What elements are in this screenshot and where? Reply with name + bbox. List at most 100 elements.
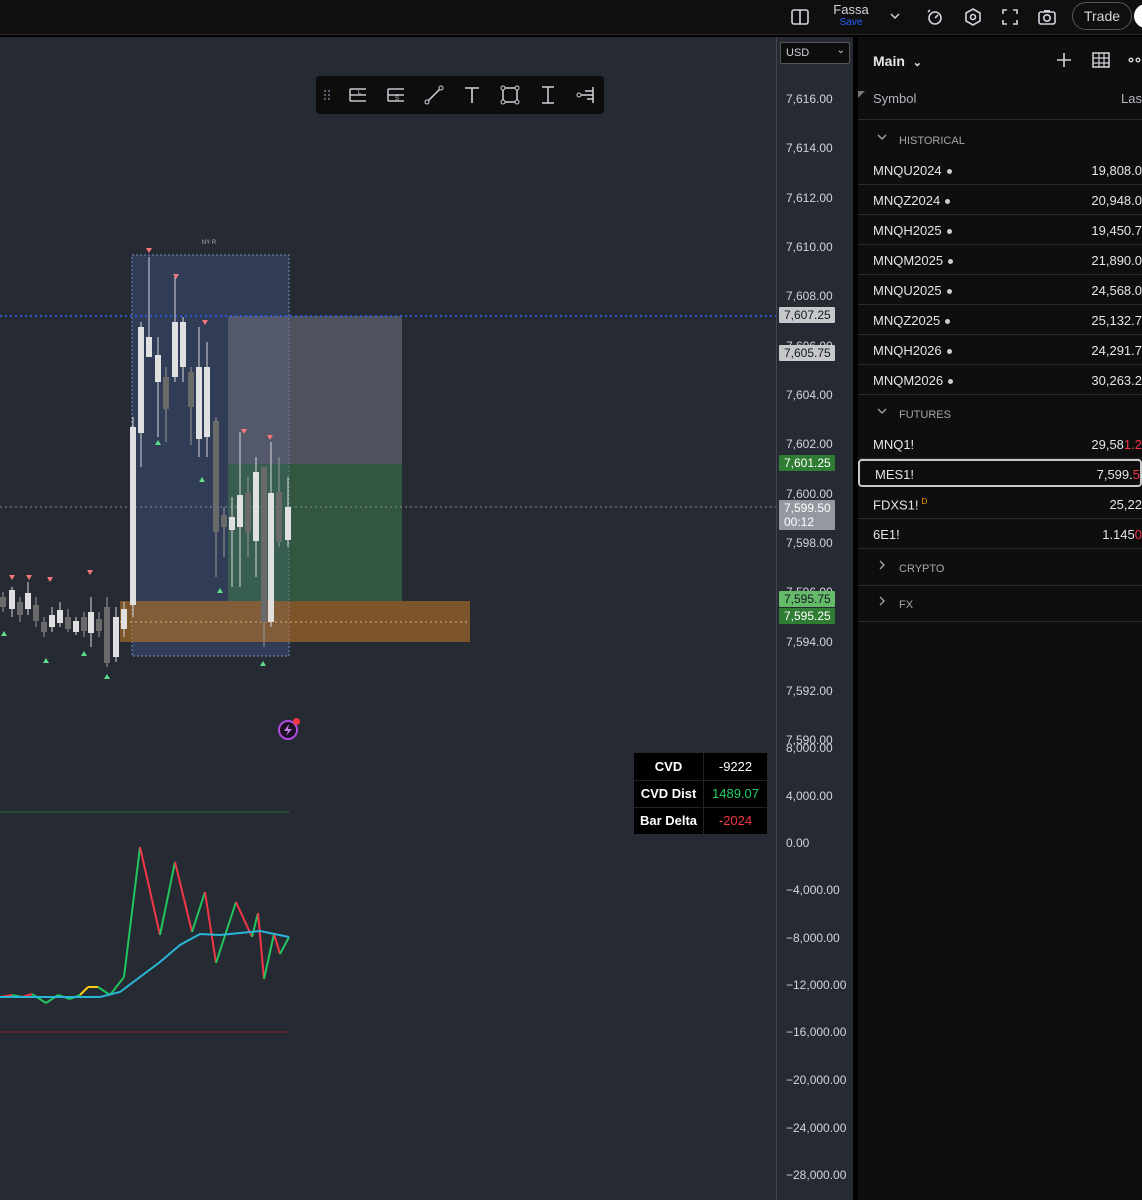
chevron-right-icon[interactable]: [877, 560, 887, 573]
candle-body: [188, 372, 194, 407]
fullscreen-icon[interactable]: [997, 4, 1023, 30]
chevron-down-icon[interactable]: [877, 132, 887, 145]
chevron-down-icon: ⌄: [912, 57, 922, 69]
indicator-label: 4,000.00: [786, 789, 833, 803]
watchlist-panel: Main ⌄ Symbol Las HISTORICAL MNQU2024 19,8…: [858, 37, 1142, 1200]
column-symbol[interactable]: Symbol: [873, 91, 916, 106]
cvd-segment: [159, 861, 176, 936]
cvd-segment: [257, 912, 265, 980]
candle-body: [204, 367, 210, 437]
trade-button[interactable]: Trade: [1072, 2, 1132, 30]
row-symbol: MNQU2024: [873, 163, 952, 178]
cvd-average-line: [0, 929, 290, 998]
watchlist-row[interactable]: MNQU2025 24,568.0: [858, 275, 1142, 305]
candle-body: [17, 602, 23, 615]
candle-body: [172, 322, 178, 377]
trendline-icon[interactable]: [423, 84, 445, 106]
row-symbol: MES1!: [875, 467, 915, 482]
measure-icon[interactable]: [537, 84, 559, 106]
price-tag-7607: 7,607.25: [779, 307, 835, 323]
indicator-label: −28,000.00: [786, 1168, 847, 1182]
alert-icon[interactable]: [922, 4, 948, 30]
short-position-icon[interactable]: S: [385, 84, 407, 106]
panels-icon[interactable]: [788, 5, 812, 29]
watchlist-row[interactable]: MNQM2026 30,263.2: [858, 365, 1142, 395]
bar-delta-key: Bar Delta: [639, 813, 698, 828]
sort-icon[interactable]: [858, 91, 865, 98]
indicator-label: −16,000.00: [786, 1025, 847, 1039]
candle-body: [163, 377, 169, 409]
section-crypto[interactable]: CRYPTO: [858, 553, 1142, 583]
price-label: 7,602.00: [786, 437, 833, 451]
watchlist-row[interactable]: MNQM2025 21,890.0: [858, 245, 1142, 275]
price-tag-7595-25: 7,595.25: [779, 608, 835, 624]
candle-body: [261, 467, 267, 622]
section-futures[interactable]: FUTURES: [858, 399, 1142, 429]
chevron-down-icon[interactable]: [877, 406, 887, 419]
cvd-segment: [174, 861, 193, 933]
bar-delta-value: -2024: [718, 813, 753, 828]
volume-profile-icon[interactable]: [575, 84, 597, 106]
cvd-segment: [251, 912, 259, 938]
advanced-view-icon[interactable]: [1091, 50, 1111, 70]
candle-body: [113, 617, 119, 657]
row-last: 24,291.7: [1091, 343, 1142, 358]
svg-text:S: S: [395, 96, 399, 102]
more-icon[interactable]: [1126, 50, 1142, 70]
row-symbol: MNQM2025: [873, 253, 954, 268]
currency-select[interactable]: USD ⌄: [780, 42, 850, 64]
camera-icon[interactable]: [1034, 4, 1060, 30]
watchlist-row[interactable]: 6E1! 1.1450: [858, 519, 1142, 549]
section-fx[interactable]: FX: [858, 589, 1142, 619]
status-dot: [946, 169, 952, 175]
price-tag-7605: 7,605.75: [779, 345, 835, 361]
cvd-key: CVD: [654, 759, 683, 774]
candle-body: [73, 621, 79, 632]
watchlist-row[interactable]: MES1! 7,599.5: [858, 459, 1142, 487]
bar-delta-row: Bar Delta -2024: [634, 807, 767, 834]
watchlist-row[interactable]: FDXS1! D 25,22: [858, 489, 1142, 519]
candle-body: [57, 610, 63, 623]
candle-body: [130, 427, 136, 605]
candle-body: [104, 607, 110, 663]
section-historical[interactable]: HISTORICAL: [858, 125, 1142, 155]
status-dot: [946, 229, 952, 235]
save-status[interactable]: Save: [828, 16, 874, 28]
text-icon[interactable]: [461, 84, 483, 106]
chevron-down-icon[interactable]: [886, 7, 904, 25]
position-target-zone[interactable]: [228, 316, 402, 464]
watchlist-row[interactable]: MNQZ2025 25,132.7: [858, 305, 1142, 335]
row-symbol: MNQZ2024: [873, 193, 951, 208]
rectangle-icon[interactable]: [499, 84, 521, 106]
layout-name[interactable]: Fassa: [828, 2, 874, 17]
price-axis[interactable]: USD ⌄ 7,616.00 7,614.00 7,612.00 7,610.00 7,…: [776, 37, 854, 1200]
price-label: 7,612.00: [786, 191, 833, 205]
watchlist-row[interactable]: MNQU2024 19,808.0: [858, 155, 1142, 185]
drag-handle-icon[interactable]: [320, 84, 334, 106]
chevron-down-icon: ⌄: [836, 45, 845, 56]
watchlist-row[interactable]: MNQZ2024 20,948.0: [858, 185, 1142, 215]
avatar[interactable]: [1134, 4, 1142, 28]
watchlist-row[interactable]: MNQH2026 24,291.7: [858, 335, 1142, 365]
candle-body: [33, 605, 39, 621]
candle-body: [245, 493, 251, 532]
chevron-right-icon[interactable]: [877, 596, 887, 609]
row-last: 1.1450: [1102, 527, 1142, 542]
watchlist-title[interactable]: Main ⌄: [873, 53, 922, 69]
candle-body: [88, 612, 94, 633]
row-last: 25,132.7: [1091, 313, 1142, 328]
settings-icon[interactable]: [960, 4, 986, 30]
add-symbol-icon[interactable]: [1054, 50, 1074, 70]
long-position-icon[interactable]: L: [347, 84, 369, 106]
section-label: HISTORICAL: [899, 135, 965, 147]
price-label: 7,600.00: [786, 487, 833, 501]
column-last[interactable]: Las: [1121, 91, 1142, 106]
buy-marker: [1, 631, 7, 636]
chart-pane[interactable]: NY R: [0, 37, 776, 1200]
watchlist-row[interactable]: MNQ1! 29,581.2: [858, 429, 1142, 459]
lightning-icon[interactable]: [278, 718, 300, 740]
price-label: 7,608.00: [786, 289, 833, 303]
watchlist-row[interactable]: MNQH2025 19,450.7: [858, 215, 1142, 245]
column-header: Symbol Las: [858, 87, 1142, 109]
candle-body: [49, 615, 55, 627]
